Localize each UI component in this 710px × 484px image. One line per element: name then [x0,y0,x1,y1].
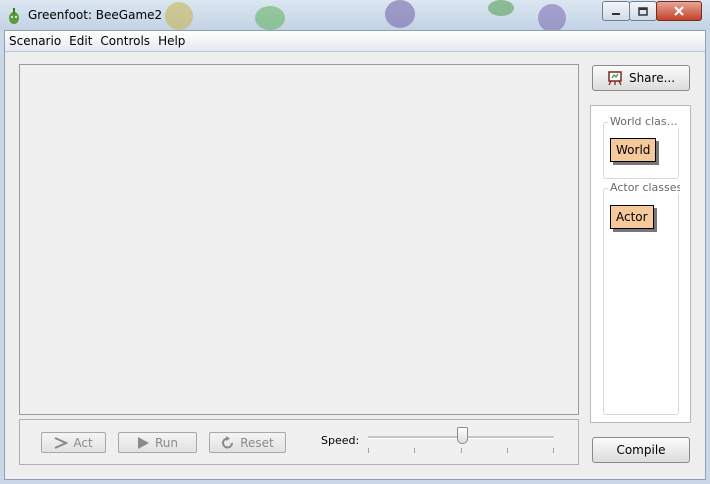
world-classes-group: World clas… World [603,115,680,179]
world-class-box[interactable]: World [610,138,657,162]
titlebar-decoration [538,4,566,30]
act-button[interactable]: Act [41,432,106,453]
window-controls [602,1,702,21]
speed-tick [553,448,554,453]
menu-edit[interactable]: Edit [65,34,96,48]
world-classes-label: World clas… [608,115,680,128]
actor-class-box[interactable]: Actor [610,205,654,229]
run-icon [137,436,149,449]
titlebar-decoration [255,6,285,30]
act-button-label: Act [73,435,93,450]
menu-help[interactable]: Help [154,34,189,48]
share-button[interactable]: Share... [592,65,690,91]
compile-button[interactable]: Compile [592,437,690,463]
reset-button[interactable]: Reset [209,432,286,453]
act-icon [54,436,69,449]
easel-icon [608,71,622,86]
speed-tick [461,448,462,453]
speed-tick [368,448,369,453]
menu-bar: Scenario Edit Controls Help [5,31,705,52]
maximize-icon[interactable] [629,1,657,21]
menu-scenario[interactable]: Scenario [5,34,65,48]
greenfoot-app-icon [9,8,19,24]
titlebar-decoration [165,2,193,30]
world-view[interactable] [19,64,579,415]
run-button-label: Run [154,435,178,450]
reset-button-label: Reset [240,435,274,450]
actor-classes-label: Actor classes [608,181,680,194]
titlebar-decoration [488,0,514,16]
actor-classes-group: Actor classes Actor [603,181,680,415]
class-browser: World clas… World Actor classes Actor [590,105,691,423]
speed-label: Speed: [321,434,360,447]
reset-icon [222,435,234,448]
execution-controls: Act Run Reset Speed: [19,419,579,465]
close-icon[interactable] [656,1,702,21]
title-bar: Greenfoot: BeeGame2 [0,0,710,30]
menu-controls[interactable]: Controls [96,34,154,48]
main-window: Scenario Edit Controls Help Share... Wor… [4,30,706,480]
run-button[interactable]: Run [118,432,197,453]
share-button-label: Share... [628,71,676,85]
speed-slider-thumb[interactable] [456,427,468,444]
titlebar-decoration [385,0,415,28]
minimize-icon[interactable] [602,1,630,21]
compile-button-label: Compile [616,443,666,457]
speed-tick [414,448,415,453]
window-title: Greenfoot: BeeGame2 [28,8,163,22]
speed-tick [507,448,508,453]
